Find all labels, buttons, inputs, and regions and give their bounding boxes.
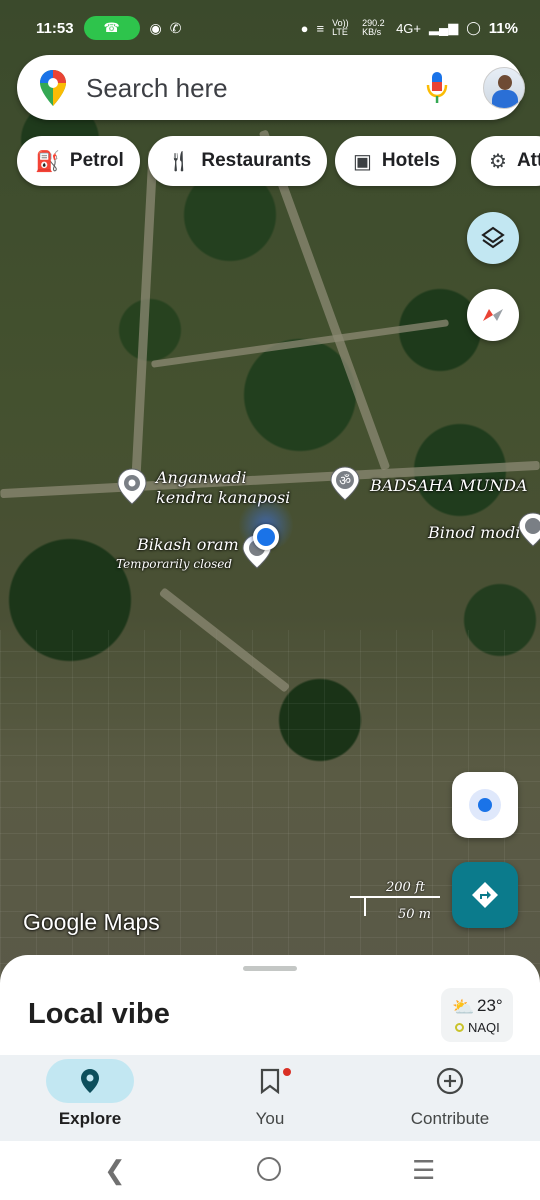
aqi-dot-icon [455, 1023, 464, 1032]
nav-you-pill [226, 1059, 314, 1103]
bottom-navigation: Explore You Contribute [0, 1055, 540, 1141]
weather-chip[interactable]: ⛅ 23° NAQI [441, 988, 513, 1042]
layers-icon [481, 226, 505, 249]
back-icon[interactable]: ❮ [104, 1155, 126, 1186]
google-maps-pin-icon [40, 70, 66, 106]
network-type: 4G+ [396, 20, 422, 36]
road [150, 319, 450, 368]
chip-label: Hotels [381, 150, 440, 171]
sheet-drag-handle[interactable] [243, 966, 297, 971]
scale-imperial: 200 ft [386, 880, 425, 895]
location-pin-icon [81, 1069, 99, 1093]
compass-button[interactable] [467, 289, 519, 341]
nav-label: Contribute [410, 1109, 490, 1128]
bed-icon: ▣ [353, 150, 372, 173]
vibrate-icon: ≡ [316, 20, 325, 36]
nav-you[interactable]: You [180, 1055, 360, 1141]
place-label-binod-modi[interactable]: Binod modi [428, 523, 520, 543]
nav-label: Explore [58, 1109, 122, 1128]
chip-restaurants[interactable]: 🍴︎ Restaurants [148, 136, 328, 186]
notification-dot [283, 1068, 291, 1076]
search-bar[interactable]: Search here [17, 55, 525, 120]
nav-explore[interactable]: Explore [0, 1055, 180, 1141]
ongoing-call-icon[interactable]: ☎ [83, 16, 140, 40]
add-circle-icon [436, 1067, 464, 1095]
place-pin-icon[interactable] [116, 468, 148, 506]
chip-attractions[interactable]: ⚙ Att [471, 136, 540, 186]
chip-petrol[interactable]: ⛽ Petrol [17, 136, 140, 186]
recents-menu-icon[interactable]: ☰ [412, 1155, 435, 1186]
volte-label: Vo)) LTE [332, 18, 349, 37]
messenger-icon: ◉ [149, 19, 162, 36]
attraction-icon: ⚙ [489, 150, 507, 173]
temple-pin-icon[interactable]: ॐ [330, 466, 360, 502]
my-location-icon [469, 789, 501, 821]
map-scale: 200 ft 50 m [350, 880, 440, 925]
chip-hotels[interactable]: ▣ Hotels [335, 136, 456, 186]
place-label-badsaha-munda[interactable]: BADSAHA MUNDA [370, 476, 528, 496]
sheet-title: Local vibe [28, 998, 170, 1030]
signal-icon: ▂▄▆ [429, 20, 459, 35]
avatar-head [498, 75, 512, 90]
status-time: 11:53 [36, 19, 74, 37]
layers-button[interactable] [467, 212, 519, 264]
place-label-bikash-oram[interactable]: Bikash oram [137, 535, 239, 555]
phone-icon: ✆ [169, 19, 182, 36]
search-input[interactable]: Search here [86, 73, 228, 104]
place-status-temporarily-closed: Temporarily closed [116, 557, 233, 571]
chip-label: Restaurants [201, 150, 312, 171]
nav-contribute-pill [406, 1059, 494, 1103]
partly-cloudy-icon: ⛅ [452, 997, 475, 1017]
svg-text:ॐ: ॐ [339, 474, 351, 489]
chip-label: Att [516, 150, 540, 171]
my-location-button[interactable] [452, 772, 518, 838]
scale-metric: 50 m [398, 907, 432, 922]
home-icon[interactable] [257, 1157, 281, 1181]
bookmark-icon [260, 1068, 280, 1094]
aqi-label: NAQI [468, 1020, 500, 1035]
weather-temp: 23° [477, 996, 503, 1015]
current-location-dot [253, 524, 279, 550]
account-avatar[interactable] [483, 67, 525, 109]
battery-ring-icon: ◯ [466, 20, 481, 35]
aqi-indicator: NAQI [455, 1020, 500, 1035]
chip-label: Petrol [69, 150, 124, 171]
directions-button[interactable] [452, 862, 518, 928]
cutlery-icon: 🍴︎ [166, 150, 192, 173]
nav-contribute[interactable]: Contribute [360, 1055, 540, 1141]
status-bar: 11:53 ☎ ◉ ✆ ● ≡ Vo)) LTE 290.2 KB/s 4G+ … [0, 0, 540, 56]
nav-explore-pill [46, 1059, 134, 1103]
google-maps-watermark: Google Maps [23, 909, 160, 935]
compass-icon [483, 309, 503, 321]
road [131, 149, 158, 481]
nav-label: You [255, 1109, 285, 1128]
directions-icon [472, 882, 498, 908]
location-status-icon: ● [300, 20, 309, 36]
place-name-line1: Anganwadi [156, 468, 247, 487]
bottom-sheet[interactable]: Local vibe ⛅ 23° NAQI [0, 955, 540, 1055]
network-speed: 290.2 KB/s [362, 18, 385, 37]
place-pin-icon[interactable] [518, 512, 540, 548]
avatar-body [492, 90, 518, 108]
battery-percent: 11% [488, 19, 518, 37]
system-navigation-bar: ❮ ☰ [0, 1141, 540, 1200]
microphone-icon[interactable] [425, 71, 449, 105]
fuel-icon: ⛽ [35, 150, 60, 173]
